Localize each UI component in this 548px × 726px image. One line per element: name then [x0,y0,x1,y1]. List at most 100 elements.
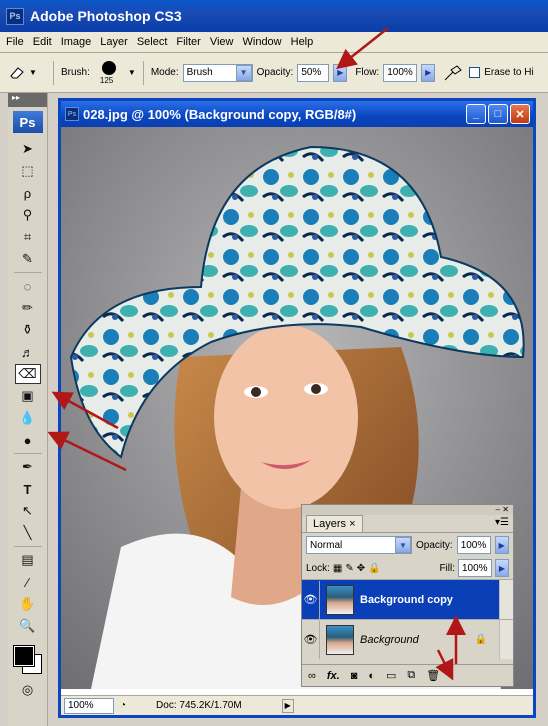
tab-layers[interactable]: Layers × [306,515,363,532]
maximize-button[interactable]: □ [488,104,508,124]
adjustment-layer-icon[interactable]: ◐ [368,670,375,682]
path-selection-tool-icon[interactable]: ↖ [15,501,41,521]
layers-tab-row: Layers × ▾☰ [302,515,513,533]
link-layers-icon[interactable]: ∞ [308,670,316,682]
fill-slider-button[interactable]: ▶ [495,559,509,577]
slice-tool-icon[interactable]: ✎ [15,249,41,269]
lasso-tool-icon[interactable]: ρ [15,183,41,203]
zoom-tool-icon[interactable]: 🔍 [15,616,41,636]
menu-file[interactable]: File [6,36,24,48]
toolbox: ▸▸ Ps ➤ ⬚ ρ ⚲ ⌗ ✎ ◌ ✏ ⚱ ♬ ⌫ ▣ 💧 ● ✒ T ↖ … [8,93,48,726]
delete-layer-icon[interactable]: 🗑 [426,669,440,682]
new-layer-icon[interactable]: ⧉ [407,669,415,682]
opacity-slider-button[interactable]: ▶ [333,63,348,82]
document-info: Doc: 745.2K/1.70M [156,700,242,711]
fill-input[interactable]: 100% [458,559,492,577]
eraser-tool-icon[interactable]: ⌫ [14,364,41,384]
layers-panel: – ✕ Layers × ▾☰ Normal ▼ Opacity: 100% ▶… [301,504,514,687]
brush-tool-icon[interactable]: ✏ [15,298,41,318]
visibility-eye-icon[interactable]: 👁 [302,580,320,619]
layer-style-icon[interactable]: fx. [327,670,340,682]
color-swatches[interactable] [12,642,44,674]
pen-tool-icon[interactable]: ✒ [15,457,41,477]
mode-label: Mode: [150,67,179,78]
panel-menu-icon[interactable]: ▾☰ [495,517,509,528]
notes-tool-icon[interactable]: ▤ [15,550,41,570]
marquee-tool-icon[interactable]: ⬚ [15,161,41,181]
close-button[interactable]: ✕ [510,104,530,124]
status-menu-arrow-icon[interactable]: ▶ [281,698,294,713]
flow-slider-button[interactable]: ▶ [421,63,436,82]
lock-transparent-icon[interactable]: ▦ [333,563,342,574]
layer-row-background-copy[interactable]: 👁 Background copy [302,579,513,619]
layers-scrollbar[interactable] [499,580,513,619]
tab-layers-label: Layers [313,518,347,530]
document-titlebar[interactable]: Ps 028.jpg @ 100% (Background copy, RGB/… [61,101,533,127]
gradient-tool-icon[interactable]: ▣ [15,386,41,406]
app-title: Adobe Photoshop CS3 [30,8,182,24]
chevron-down-icon: ▼ [395,537,411,553]
brush-picker[interactable]: 125 [94,58,124,88]
blend-row: Normal ▼ Opacity: 100% ▶ [302,533,513,557]
menu-filter[interactable]: Filter [176,36,200,48]
visibility-eye-icon[interactable]: 👁 [302,620,320,659]
layer-row-background[interactable]: 👁 Background 🔒 [302,619,513,659]
tool-preset-picker[interactable]: ▼ [8,62,46,84]
zoom-field[interactable]: 100% [64,697,114,714]
menu-layer[interactable]: Layer [100,36,128,48]
line-tool-icon[interactable]: ╲ [15,523,41,543]
status-options-icon[interactable]: ◔ [120,700,126,711]
brush-size-value: 125 [99,75,114,85]
add-mask-icon[interactable]: ◙ [351,670,358,682]
lock-pixels-icon[interactable]: ✎ [345,563,353,574]
move-tool-icon[interactable]: ➤ [15,139,41,159]
quick-mask-icon[interactable]: ◎ [15,680,41,700]
lock-all-icon[interactable]: 🔒 [368,563,380,574]
close-tab-icon[interactable]: × [349,518,355,530]
new-group-icon[interactable]: ▭ [386,669,396,682]
minimize-button[interactable]: _ [466,104,486,124]
hand-tool-icon[interactable]: ✋ [15,594,41,614]
layers-scrollbar[interactable] [499,620,513,659]
options-bar: ▼ Brush: 125 ▼ Mode: Brush ▼ Opacity: 50… [0,53,548,93]
airbrush-icon[interactable] [443,64,465,82]
lock-label: Lock: [306,562,330,574]
menu-select[interactable]: Select [137,36,168,48]
type-tool-icon[interactable]: T [15,479,41,499]
opacity-input[interactable]: 50% [297,63,330,82]
menu-view[interactable]: View [210,36,234,48]
layer-thumbnail [326,624,354,655]
eyedropper-tool-icon[interactable]: ⁄ [15,572,41,592]
layer-opacity-slider-button[interactable]: ▶ [494,536,509,554]
options-separator [142,60,144,85]
crop-tool-icon[interactable]: ⌗ [15,227,41,247]
lock-position-icon[interactable]: ✥ [357,563,365,574]
menu-help[interactable]: Help [291,36,314,48]
mode-select-value: Brush [186,67,213,78]
mode-select[interactable]: Brush ▼ [182,63,253,82]
layer-opacity-input[interactable]: 100% [456,536,491,554]
panel-collapse-controls[interactable]: – ✕ [302,505,513,515]
flow-input[interactable]: 100% [383,63,418,82]
healing-brush-tool-icon[interactable]: ◌ [15,276,41,296]
magic-wand-tool-icon[interactable]: ⚲ [15,205,41,225]
foreground-color-swatch[interactable] [12,645,35,667]
history-brush-tool-icon[interactable]: ♬ [15,342,41,362]
photoshop-badge-icon[interactable]: Ps [12,111,43,133]
toolbox-grip[interactable]: ▸▸ [8,93,47,107]
clone-stamp-tool-icon[interactable]: ⚱ [15,320,41,340]
blend-mode-select[interactable]: Normal ▼ [306,536,412,554]
photoshop-app: Ps Adobe Photoshop CS3 File Edit Image L… [0,0,548,726]
menu-edit[interactable]: Edit [33,36,52,48]
layer-thumbnail [326,584,354,615]
layer-lock-icon: 🔒 [474,634,487,645]
menu-window[interactable]: Window [243,36,282,48]
erase-to-history-checkbox[interactable] [469,67,481,78]
blur-tool-icon[interactable]: 💧 [15,408,41,428]
brush-label: Brush: [61,67,90,78]
layers-footer: ∞ fx. ◙ ◐ ▭ ⧉ 🗑 [302,664,513,686]
chevron-down-icon[interactable]: ▼ [128,68,136,77]
dodge-tool-icon[interactable]: ● [15,430,41,450]
toolbox-separator [13,272,42,273]
menu-image[interactable]: Image [61,36,92,48]
